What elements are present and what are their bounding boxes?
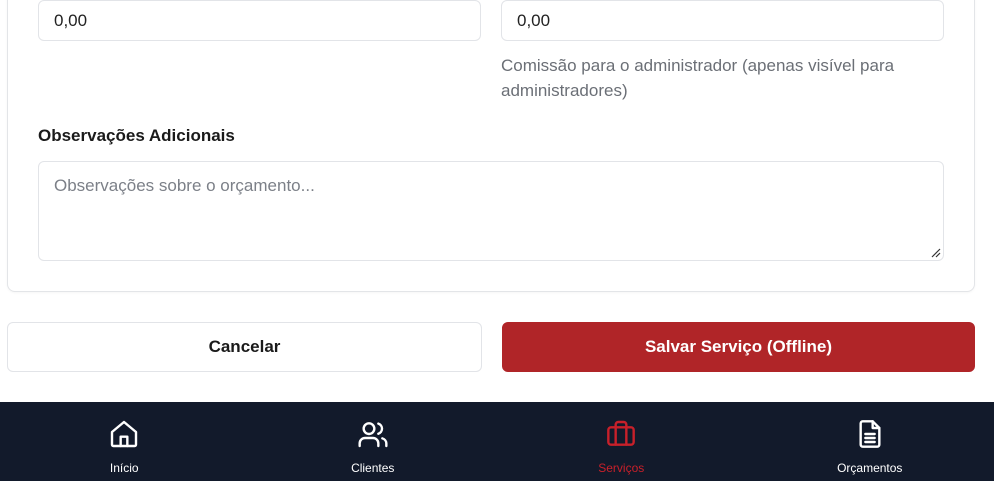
- nav-label-inicio: Início: [109, 461, 139, 475]
- save-button-label: Salvar Serviço (Offline): [644, 337, 833, 356]
- cancel-button[interactable]: Cancelar: [7, 322, 482, 372]
- home-icon: [111, 420, 138, 448]
- commission-help-text: Comissão para o administrador (apenas vi…: [501, 56, 895, 100]
- nav-label-orcamentos: Orçamentos: [837, 461, 903, 475]
- users-icon: [358, 422, 388, 448]
- resize-grip-icon[interactable]: [929, 246, 941, 258]
- cancel-button-label: Cancelar: [208, 337, 281, 356]
- nav-item-servicos[interactable]: Serviços: [497, 402, 746, 481]
- nav-label-servicos: Serviços: [598, 461, 645, 475]
- file-text-icon: [859, 420, 881, 448]
- notes-label: Observações Adicionais: [38, 126, 235, 145]
- admin-commission-input[interactable]: [501, 0, 944, 41]
- save-service-button[interactable]: Salvar Serviço (Offline): [502, 322, 975, 372]
- nav-item-clientes[interactable]: Clientes: [249, 402, 498, 481]
- bottom-navigation: Início Clientes Serviços Orçamentos: [0, 402, 994, 481]
- nav-label-clientes: Clientes: [351, 461, 395, 475]
- notes-textarea[interactable]: [38, 161, 944, 261]
- nav-item-orcamentos[interactable]: Orçamentos: [746, 402, 994, 481]
- briefcase-icon: [607, 420, 636, 446]
- nav-item-inicio[interactable]: Início: [0, 402, 249, 481]
- value-input[interactable]: [38, 0, 481, 41]
